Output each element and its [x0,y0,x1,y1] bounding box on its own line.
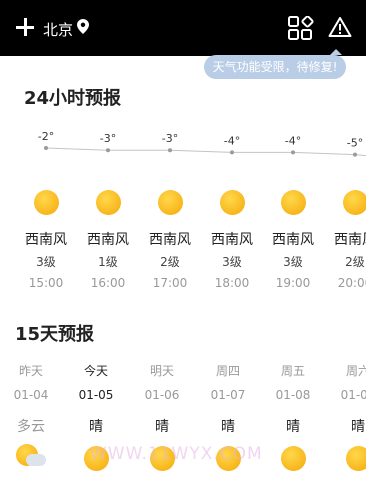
day-name: 周四 [215,364,240,378]
temperature-point [353,152,357,157]
hour-time: 20:00 [337,276,366,290]
hour-time: 15:00 [28,276,64,290]
sun-icon [157,190,183,215]
hour-time: 19:00 [275,276,311,290]
temperature-label: -2° [38,130,54,143]
hourly-temperature-chart: -2° -3° -3° -4° -4° -5° [38,130,366,157]
sun-icon [33,190,59,215]
wind-direction: 西南风 [334,232,366,248]
daily-forecast-title: 15天预报 [15,324,95,345]
temperature-label: -4° [285,134,301,147]
location-pin-icon [77,19,89,34]
temperature-point [44,146,48,150]
hourly-item: 西南风 3级 18:00 [202,180,262,290]
wind-direction: 西南风 [211,232,253,248]
sun-icon [219,190,245,215]
daily-item[interactable]: 周五 01-08 晴 [263,362,323,471]
top-bar: 北京 [0,0,366,56]
hour-time: 17:00 [152,276,188,290]
day-condition: 晴 [286,419,300,435]
temperature-label: -4° [224,134,240,147]
temperature-point [106,148,110,153]
wind-level: 3级 [283,255,303,269]
sun-icon [280,190,306,215]
hourly-item: 西南风 2级 17:00 [140,180,200,290]
day-name: 周六 [345,364,366,378]
partly-cloudy-icon [16,444,46,470]
day-condition: 晴 [351,419,365,435]
daily-item[interactable]: 昨天 01-04 多云 [1,362,61,470]
wind-level: 2级 [160,255,180,269]
hour-time: 18:00 [214,276,250,290]
hourly-item: 西南风 1级 16:00 [78,180,138,290]
hour-time: 16:00 [90,276,126,290]
day-condition: 晴 [89,419,103,435]
day-date: 01-05 [78,388,114,402]
temperature-point [230,150,234,155]
wind-level: 2级 [345,255,365,269]
wind-level: 3级 [222,255,242,269]
wind-level: 1级 [98,255,118,269]
temperature-label: -3° [100,132,116,145]
hourly-item: 西南风 3级 19:00 [263,180,323,290]
widgets-grid-icon[interactable] [288,16,314,40]
day-date: 01-09 [340,388,366,402]
daily-item[interactable]: 周六 01-09 晴 [328,362,366,471]
day-condition: 晴 [221,419,235,435]
hourly-forecast-title: 24小时预报 [24,88,122,109]
day-condition: 晴 [155,419,169,435]
sun-icon [95,190,121,215]
sun-icon [345,446,366,471]
wind-direction: 西南风 [272,232,314,248]
hourly-item: 西南风 3级 15:00 [16,180,76,290]
day-name: 今天 [83,364,108,378]
temperature-label: -3° [162,132,178,145]
temperature-point [291,150,295,155]
day-date: 01-04 [13,388,49,402]
warning-icon[interactable] [328,16,352,38]
wind-level: 3级 [36,255,56,269]
day-date: 01-08 [275,388,311,402]
day-condition: 多云 [17,419,45,435]
day-name: 昨天 [18,364,43,378]
notice-tooltip: 天气功能受限，待修复! [204,49,346,79]
day-name: 周五 [280,364,305,378]
hourly-item: 西南风 2级 20:00 [325,180,366,290]
wind-direction: 西南风 [25,232,67,248]
city-name[interactable]: 北京 [43,19,73,40]
temperature-point [168,148,172,153]
sun-icon [280,446,306,471]
day-date: 01-06 [144,388,180,402]
add-city-button[interactable] [14,16,36,38]
temperature-label: -5° [347,137,363,150]
wind-direction: 西南风 [87,232,129,248]
sun-icon [342,190,366,215]
day-date: 01-07 [210,388,246,402]
day-name: 明天 [149,364,174,378]
temperature-line [45,147,366,157]
watermark: WWW.11WYX.COM [90,444,263,464]
wind-direction: 西南风 [149,232,191,248]
